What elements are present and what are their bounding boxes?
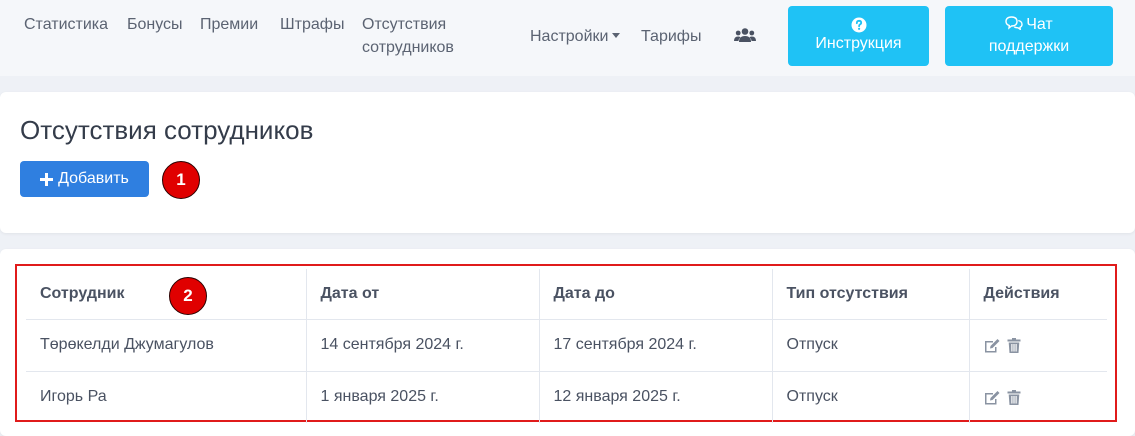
cell-date-to: 17 сентября 2024 г.: [538, 319, 772, 372]
cell-absence-type: Отпуск: [771, 371, 969, 423]
cell-date-from: 1 января 2025 г.: [305, 371, 539, 423]
chat-bubbles-icon: [1005, 16, 1023, 31]
cell-employee: Игорь Ра: [40, 388, 107, 406]
cell-date-from: 14 сентября 2024 г.: [305, 319, 539, 372]
nav-fines[interactable]: Штрафы: [280, 13, 344, 36]
column-header-employee[interactable]: Сотрудник: [26, 269, 306, 320]
page-title: Отсутствия сотрудников: [20, 115, 314, 145]
top-navbar: Статистика Бонусы Премии Штрафы Отсутств…: [0, 0, 1135, 76]
support-chat-label: Чат поддержки: [988, 16, 1070, 55]
cell-actions: [968, 319, 1107, 372]
nav-settings-dropdown[interactable]: Настройки: [530, 25, 621, 48]
table-row: Игорь Ра 1 января 2025 г. 12 января 2025…: [26, 371, 1107, 423]
caret-down-icon: [612, 33, 621, 38]
plus-icon: [40, 172, 54, 186]
users-icon[interactable]: [734, 27, 756, 43]
nav-tariffs[interactable]: Тарифы: [641, 25, 701, 48]
cell-date-to: 12 января 2025 г.: [538, 371, 772, 423]
instruction-button[interactable]: Инструкция: [788, 6, 929, 66]
nav-absences[interactable]: Отсутствия сотрудников: [362, 13, 472, 59]
trash-icon[interactable]: [1007, 389, 1021, 405]
annotation-badge-1: 1: [162, 161, 200, 199]
instruction-label: Инструкция: [815, 35, 902, 52]
column-header-date-from[interactable]: Дата от: [305, 269, 539, 320]
column-header-actions: Действия: [968, 269, 1107, 320]
cell-absence-type: Отпуск: [771, 319, 969, 372]
cell-actions: [968, 371, 1107, 423]
edit-icon[interactable]: [984, 338, 1001, 353]
nav-settings-label: Настройки: [530, 28, 609, 45]
cell-employee: Төрөкелди Джумагулов: [26, 319, 306, 372]
nav-bonuses[interactable]: Бонусы: [127, 13, 183, 36]
support-chat-button[interactable]: Чат поддержки: [945, 6, 1113, 66]
edit-icon[interactable]: [984, 390, 1001, 405]
nav-premiums[interactable]: Премии: [200, 13, 258, 36]
nav-statistics[interactable]: Статистика: [24, 13, 108, 36]
add-absence-label: Добавить: [58, 170, 129, 187]
add-absence-button[interactable]: Добавить: [20, 161, 149, 197]
table-row: Төрөкелди Джумагулов 14 сентября 2024 г.…: [26, 319, 1107, 372]
trash-icon[interactable]: [1007, 337, 1021, 353]
column-header-date-to[interactable]: Дата до: [538, 269, 772, 320]
page-header-card: [0, 92, 1135, 233]
annotation-badge-2: 2: [169, 277, 207, 315]
column-header-absence-type[interactable]: Тип отсутствия: [771, 269, 969, 320]
question-circle-icon: [851, 17, 866, 33]
